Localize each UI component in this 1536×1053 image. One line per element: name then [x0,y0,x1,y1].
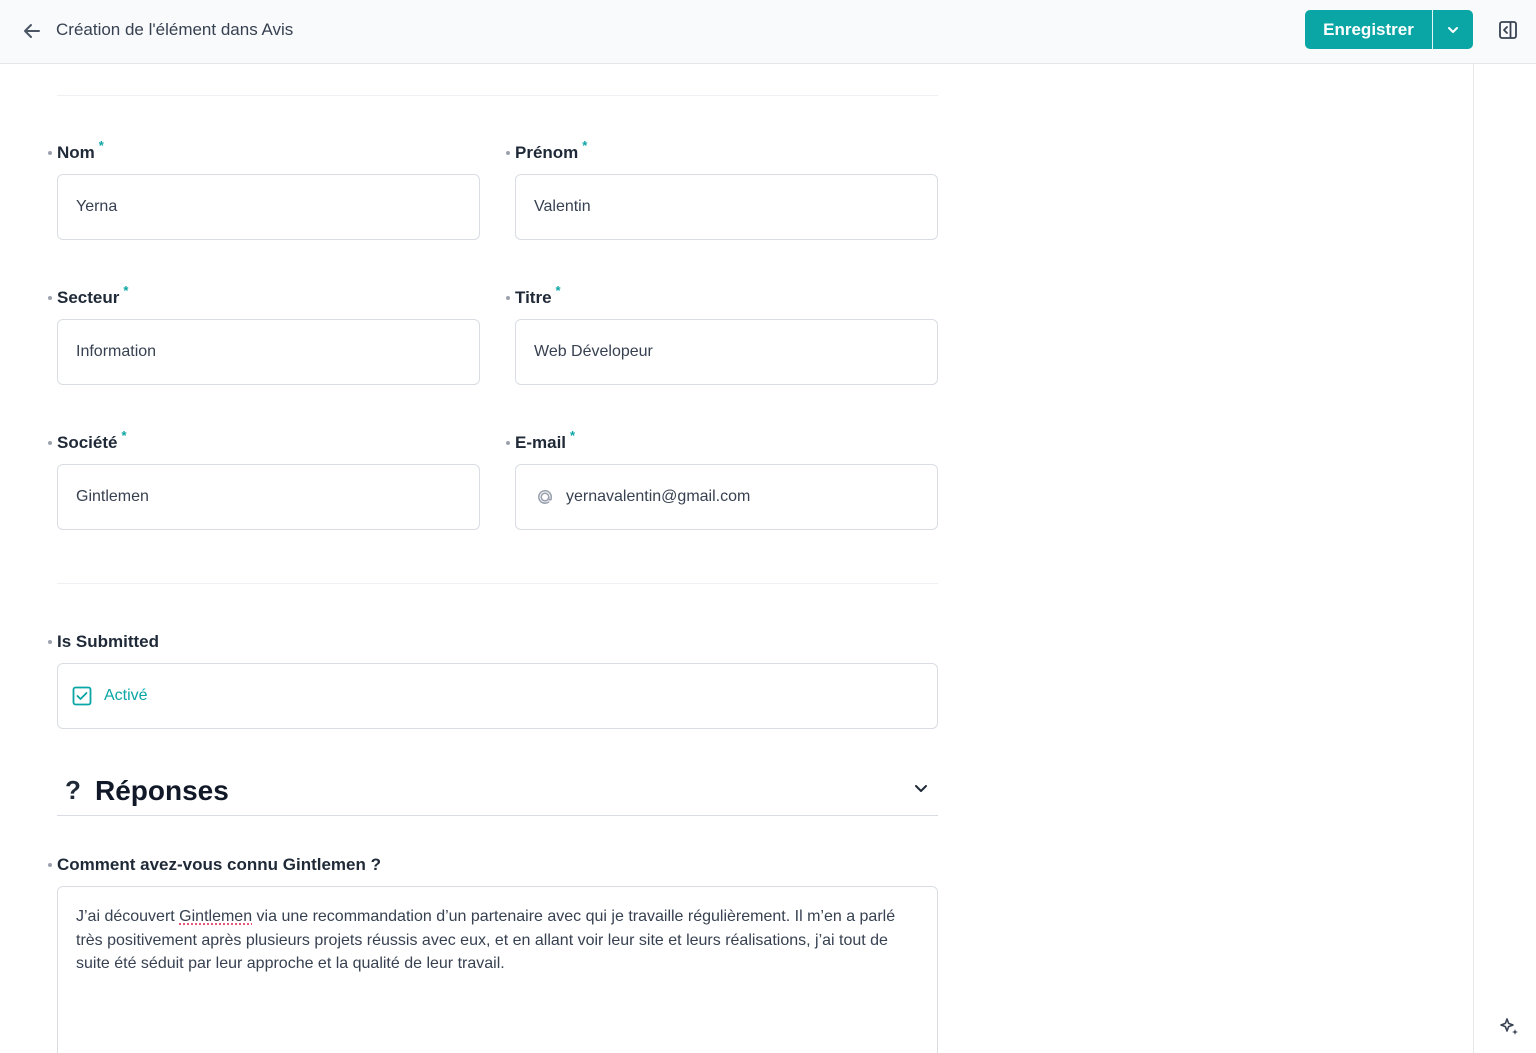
save-options-button[interactable] [1433,10,1473,49]
checkbox-checked-icon [72,686,92,706]
titre-label-text: Titre [515,288,552,307]
reponses-section-header[interactable]: ? Réponses [57,766,938,816]
chevron-down-icon [1448,26,1458,33]
prenom-label-text: Prénom [515,143,579,162]
is-submitted-label-text: Is Submitted [57,632,160,651]
top-divider [57,95,938,96]
secteur-label: Secteur * [48,283,128,308]
assistant-button[interactable] [1497,1015,1521,1039]
societe-field[interactable]: Gintlemen [57,464,480,530]
answer-spellcheck-word: Gintlemen [179,908,253,925]
label-dot [48,296,52,300]
answer-text-start: J’ai découvert [76,908,180,925]
required-marker: * [121,427,127,443]
label-dot [48,640,52,644]
titre-label: Titre * [506,283,561,308]
titre-field[interactable]: Web Dévelopeur [515,319,938,385]
email-label: E-mail * [506,428,575,453]
chevron-down-icon [915,785,927,792]
nom-field[interactable]: Yerna [57,174,480,240]
top-bar: Création de l'élément dans Avis Enregist… [0,0,1536,64]
secteur-field[interactable]: Information [57,319,480,385]
label-dot [48,863,52,867]
question-label: Comment avez-vous connu Gintlemen ? [48,855,381,875]
is-submitted-checkbox[interactable]: Activé [57,663,938,729]
arrow-left-icon [24,24,40,38]
question-label-text: Comment avez-vous connu Gintlemen ? [57,855,381,874]
panel-toggle-button[interactable] [1495,17,1521,43]
societe-label-text: Société [57,433,118,452]
sidebar-toggle-icon [1499,21,1517,39]
sparkle-icon [1500,1018,1518,1035]
required-marker: * [123,282,129,298]
required-marker: * [570,427,576,443]
label-dot [48,151,52,155]
is-submitted-value: Activé [104,687,148,704]
nom-label-text: Nom [57,143,95,162]
save-button[interactable]: Enregistrer [1305,10,1432,49]
secteur-label-text: Secteur [57,288,120,307]
back-button[interactable] [18,17,46,45]
at-icon [534,486,556,508]
label-dot [506,296,510,300]
reponses-section-title: Réponses [95,774,229,806]
societe-label: Société * [48,428,127,453]
required-marker: * [555,282,561,298]
prenom-label: Prénom * [506,138,587,163]
right-panel-border [1473,64,1474,1053]
prenom-field[interactable]: Valentin [515,174,938,240]
email-field[interactable]: yernavalentin@gmail.com [515,464,938,530]
email-label-text: E-mail [515,433,567,452]
answer-textarea[interactable]: J’ai découvert Gintlemen via une recomma… [57,886,938,1053]
nom-label: Nom * [48,138,104,163]
collapse-section-button[interactable] [910,777,932,799]
label-dot [506,151,510,155]
label-dot [506,441,510,445]
page-title: Création de l'élément dans Avis [56,20,294,39]
save-button-group: Enregistrer [1305,10,1473,49]
required-marker: * [98,137,104,153]
required-marker: * [582,137,588,153]
question-mark-icon: ? [65,775,81,805]
email-value: yernavalentin@gmail.com [566,488,751,505]
middle-divider [57,583,938,584]
is-submitted-label: Is Submitted [48,632,159,652]
label-dot [48,441,52,445]
